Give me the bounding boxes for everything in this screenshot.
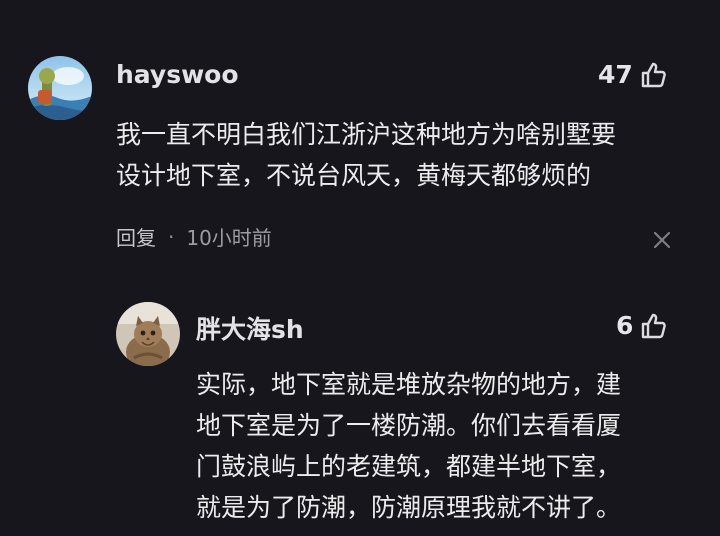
reply-like-count: 6	[616, 311, 634, 340]
cat-avatar-icon	[116, 302, 180, 366]
like-button[interactable]: 47	[598, 60, 667, 89]
reply-username[interactable]: 胖大海sh	[196, 310, 304, 346]
landscape-avatar-icon	[28, 56, 92, 120]
reply-avatar[interactable]	[116, 302, 180, 366]
reply-text-line: 实际，地下室就是堆放杂物的地方，建	[196, 370, 622, 399]
close-button[interactable]	[652, 230, 672, 250]
reply-text-line: 就是为了防潮，防潮原理我就不讲了。	[196, 493, 622, 522]
reply-text-line: 地下室是为了一楼防潮。你们去看看厦	[196, 411, 622, 440]
close-icon	[653, 231, 671, 249]
reply-like-button[interactable]: 6	[616, 311, 667, 340]
thumbs-up-icon	[642, 313, 667, 338]
timestamp: 10小时前	[186, 226, 272, 250]
comment-username[interactable]: hayswoo	[116, 60, 239, 89]
reply-text-line: 门鼓浪屿上的老建筑，都建半地下室，	[196, 452, 622, 481]
comment-text-line: 设计地下室，不说台风天，黄梅天都够烦的	[116, 161, 592, 190]
comment-text-line: 我一直不明白我们江浙沪这种地方为啥别墅要	[116, 120, 617, 149]
thumbs-up-icon	[641, 62, 666, 87]
avatar[interactable]	[28, 56, 92, 120]
comment-meta: 回复 · 10小时前	[116, 222, 272, 251]
reply-text: 实际，地下室就是堆放杂物的地方，建 地下室是为了一楼防潮。你们去看看厦 门鼓浪屿…	[196, 364, 621, 528]
meta-separator: ·	[168, 224, 175, 249]
comment-text: 我一直不明白我们江浙沪这种地方为啥别墅要 设计地下室，不说台风天，黄梅天都够烦的	[116, 114, 616, 196]
reply-button[interactable]: 回复	[116, 222, 156, 251]
like-count: 47	[598, 60, 633, 89]
